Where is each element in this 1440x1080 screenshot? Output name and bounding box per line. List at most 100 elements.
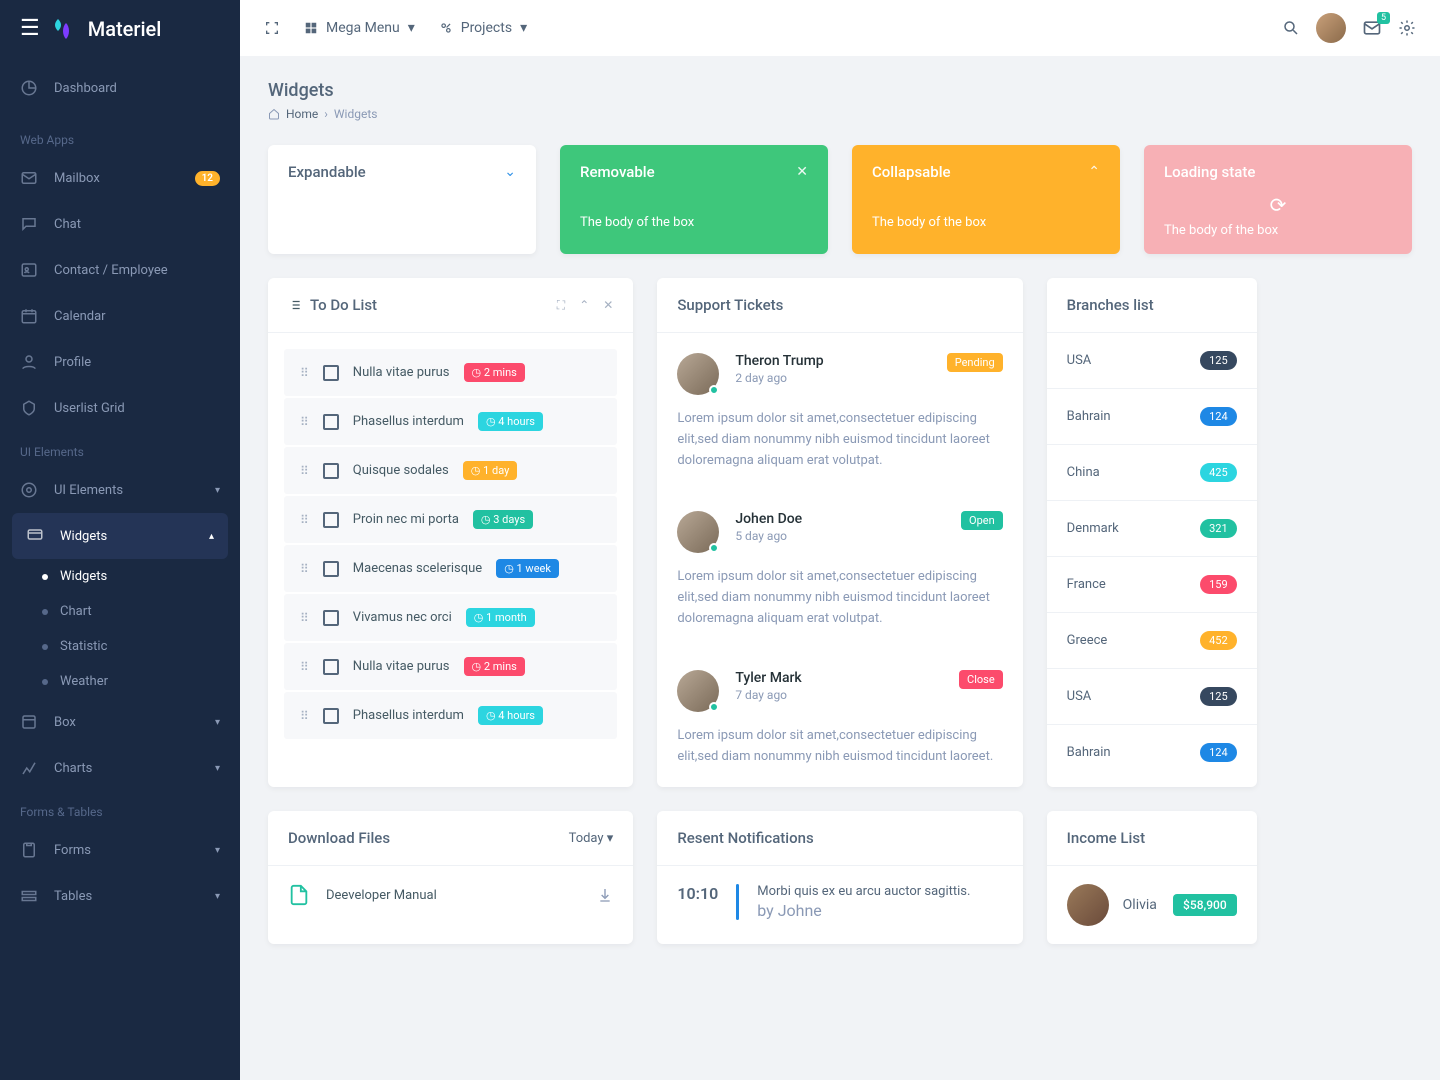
ticket-text: Lorem ipsum dolor sit amet,consectetuer … — [677, 726, 1002, 768]
todo-item[interactable]: ⠿ Vivamus nec orci ◷ 1 month — [284, 594, 617, 641]
todo-checkbox[interactable] — [323, 512, 339, 528]
sidebar-item-contact[interactable]: Contact / Employee — [0, 247, 240, 293]
sidebar-item-forms[interactable]: Forms ▾ — [0, 827, 240, 873]
today-dropdown[interactable]: Today ▾ — [569, 831, 614, 846]
todo-item[interactable]: ⠿ Phasellus interdum ◷ 4 hours — [284, 692, 617, 739]
todo-time-badge: ◷ 3 days — [473, 510, 533, 529]
sidebar-item-box[interactable]: Box ▾ — [0, 699, 240, 745]
search-icon[interactable] — [1282, 19, 1300, 37]
branch-name: France — [1067, 577, 1106, 592]
download-icon[interactable] — [597, 887, 613, 903]
sidebar-item-widgets[interactable]: Widgets ▴ — [12, 513, 228, 559]
nav-heading-webapps: Web Apps — [0, 119, 240, 155]
notifications-card: Resent Notifications 10:10 Morbi quis ex… — [657, 811, 1022, 944]
branch-item[interactable]: Bahrain124 — [1047, 725, 1257, 780]
mega-menu-button[interactable]: Mega Menu ▾ — [304, 20, 415, 36]
close-tool-icon[interactable]: ✕ — [603, 298, 613, 313]
branch-item[interactable]: USA125 — [1047, 669, 1257, 725]
branch-item[interactable]: Denmark 321 — [1047, 501, 1257, 557]
sidebar-item-uielements[interactable]: UI Elements ▾ — [0, 467, 240, 513]
sidebar-item-tables[interactable]: Tables ▾ — [0, 873, 240, 919]
sidebar-label: Dashboard — [54, 81, 117, 96]
branch-badge: 321 — [1200, 519, 1237, 538]
todo-time-badge: ◷ 2 mins — [464, 363, 525, 382]
download-item: Deeveloper Manual — [268, 866, 633, 924]
user-avatar[interactable] — [1316, 13, 1346, 43]
breadcrumb-home[interactable]: Home — [286, 107, 318, 121]
sidebar-item-chat[interactable]: Chat — [0, 201, 240, 247]
branch-badge: 452 — [1200, 631, 1237, 650]
sidebar-item-charts[interactable]: Charts ▾ — [0, 745, 240, 791]
drag-handle-icon[interactable]: ⠿ — [300, 366, 309, 380]
todo-checkbox[interactable] — [323, 708, 339, 724]
sidebar-item-userlist[interactable]: Userlist Grid — [0, 385, 240, 431]
panel-body: The body of the box — [852, 199, 1120, 246]
branch-item[interactable]: France159 — [1047, 557, 1257, 613]
sidebar-item-mailbox[interactable]: Mailbox 12 — [0, 155, 240, 201]
todo-checkbox[interactable] — [323, 365, 339, 381]
todo-item[interactable]: ⠿ Quisque sodales ◷ 1 day — [284, 447, 617, 494]
sidebar-item-profile[interactable]: Profile — [0, 339, 240, 385]
todo-checkbox[interactable] — [323, 414, 339, 430]
branch-item[interactable]: USA125 — [1047, 333, 1257, 389]
sidebar-label: Tables — [54, 889, 92, 904]
todo-item[interactable]: ⠿ Nulla vitae purus ◷ 2 mins — [284, 643, 617, 690]
drag-handle-icon[interactable]: ⠿ — [300, 513, 309, 527]
sidebar-item-dashboard[interactable]: Dashboard — [0, 65, 240, 111]
mail-button[interactable]: 5 — [1362, 18, 1382, 38]
projects-button[interactable]: Projects ▾ — [439, 20, 527, 36]
projects-label: Projects — [461, 20, 512, 36]
todo-checkbox[interactable] — [323, 659, 339, 675]
sub-item-widgets[interactable]: Widgets — [0, 559, 240, 594]
todo-item[interactable]: ⠿ Phasellus interdum ◷ 4 hours — [284, 398, 617, 445]
sub-item-statistic[interactable]: Statistic — [0, 629, 240, 664]
sub-item-chart[interactable]: Chart — [0, 594, 240, 629]
status-dot-icon — [709, 385, 719, 395]
income-name: Olivia — [1123, 897, 1157, 913]
drag-handle-icon[interactable]: ⠿ — [300, 464, 309, 478]
branch-item[interactable]: Greece452 — [1047, 613, 1257, 669]
panel-title: Expandable — [288, 163, 366, 181]
hamburger-icon[interactable]: ☰ — [20, 16, 40, 41]
sidebar: ☰ Materiel Dashboard Web Apps Mailbox 12… — [0, 0, 240, 1080]
sidebar-label: Box — [54, 715, 76, 730]
sub-item-weather[interactable]: Weather — [0, 664, 240, 699]
sidebar-label: Calendar — [54, 309, 106, 324]
drag-handle-icon[interactable]: ⠿ — [300, 660, 309, 674]
todo-checkbox[interactable] — [323, 463, 339, 479]
panel-removable: Removable ✕ The body of the box — [560, 145, 828, 254]
sidebar-item-calendar[interactable]: Calendar — [0, 293, 240, 339]
topbar: Mega Menu ▾ Projects ▾ 5 — [240, 0, 1440, 56]
ticket-status-badge: Open — [961, 511, 1003, 530]
todo-checkbox[interactable] — [323, 610, 339, 626]
close-icon[interactable]: ✕ — [796, 164, 808, 180]
todo-checkbox[interactable] — [323, 561, 339, 577]
downloads-card: Download Files Today ▾ Deeveloper Manual — [268, 811, 633, 944]
gear-icon[interactable] — [1398, 19, 1416, 37]
drag-handle-icon[interactable]: ⠿ — [300, 415, 309, 429]
todo-time-badge: ◷ 4 hours — [478, 412, 543, 431]
sidebar-label: Profile — [54, 355, 91, 370]
branch-name: USA — [1067, 353, 1092, 368]
collapse-icon[interactable]: ⌃ — [1088, 164, 1100, 180]
widgets-icon — [26, 527, 44, 545]
ticket-name: Johen Doe — [735, 511, 802, 527]
todo-time-badge: ◷ 4 hours — [478, 706, 543, 725]
drag-handle-icon[interactable]: ⠿ — [300, 709, 309, 723]
drag-handle-icon[interactable]: ⠿ — [300, 611, 309, 625]
todo-item[interactable]: ⠿ Proin nec mi porta ◷ 3 days — [284, 496, 617, 543]
home-icon — [268, 108, 280, 120]
branch-name: Denmark — [1067, 521, 1119, 536]
fullscreen-icon[interactable] — [264, 20, 280, 36]
collapse-tool-icon[interactable]: ⌃ — [579, 298, 589, 313]
drag-handle-icon[interactable]: ⠿ — [300, 562, 309, 576]
expand-icon[interactable]: ⌄ — [504, 164, 516, 180]
branch-badge: 124 — [1200, 407, 1237, 426]
box-icon — [20, 713, 38, 731]
todo-item[interactable]: ⠿ Maecenas scelerisque ◷ 1 week — [284, 545, 617, 592]
expand-tool-icon[interactable]: ⛶ — [557, 298, 565, 313]
card-title: Support Tickets — [677, 296, 783, 314]
branch-item[interactable]: China425 — [1047, 445, 1257, 501]
todo-item[interactable]: ⠿ Nulla vitae purus ◷ 2 mins — [284, 349, 617, 396]
branch-item[interactable]: Bahrain124 — [1047, 389, 1257, 445]
